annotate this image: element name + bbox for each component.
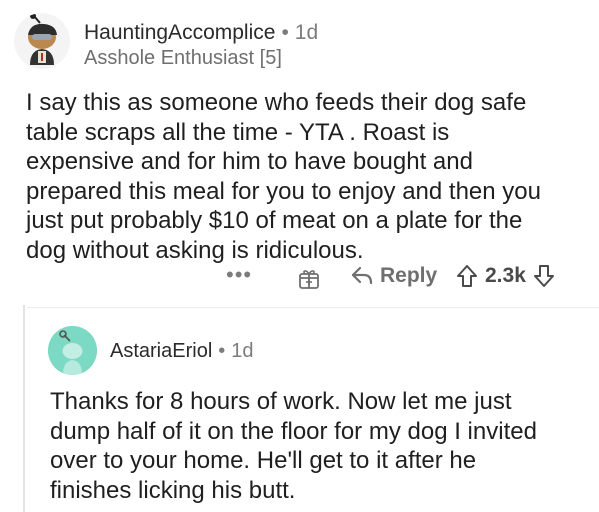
vote-controls: 2.3k	[455, 264, 556, 288]
reply-username[interactable]: AstariaEriol	[110, 340, 212, 362]
reply-body: Thanks for 8 hours of work. Now let me j…	[50, 388, 537, 504]
downvote-arrow-icon[interactable]	[532, 264, 556, 288]
reply-age: 1d	[231, 340, 254, 362]
reply-button[interactable]: Reply	[350, 264, 437, 288]
meta-separator: •	[218, 340, 226, 362]
comment-body: I say this as someone who feeds their do…	[26, 89, 541, 264]
reply-arrow-icon	[350, 265, 374, 287]
more-options-button[interactable]: •••	[226, 262, 252, 288]
snoo-avatar-icon	[14, 13, 70, 69]
user-avatar[interactable]	[14, 13, 70, 69]
thread-line[interactable]	[23, 305, 25, 512]
upvote-arrow-icon[interactable]	[455, 264, 479, 288]
award-gift-icon[interactable]	[297, 266, 321, 290]
meta-separator: •	[281, 21, 289, 44]
vote-score: 2.3k	[485, 264, 526, 287]
user-flair: Asshole Enthusiast [5]	[84, 47, 282, 69]
reply-meta: AstariaEriol • 1d	[110, 340, 254, 363]
comment-age: 1d	[294, 21, 319, 44]
comment-meta: HauntingAccomplice • 1d	[84, 21, 318, 45]
comment-divider	[27, 307, 599, 308]
comment-actions: ••• Reply 2.3k	[0, 260, 599, 296]
snoo-avatar-icon	[48, 326, 97, 375]
reply-user-avatar[interactable]	[48, 326, 97, 375]
comment-username[interactable]: HauntingAccomplice	[84, 21, 275, 44]
reply-label: Reply	[380, 264, 438, 287]
